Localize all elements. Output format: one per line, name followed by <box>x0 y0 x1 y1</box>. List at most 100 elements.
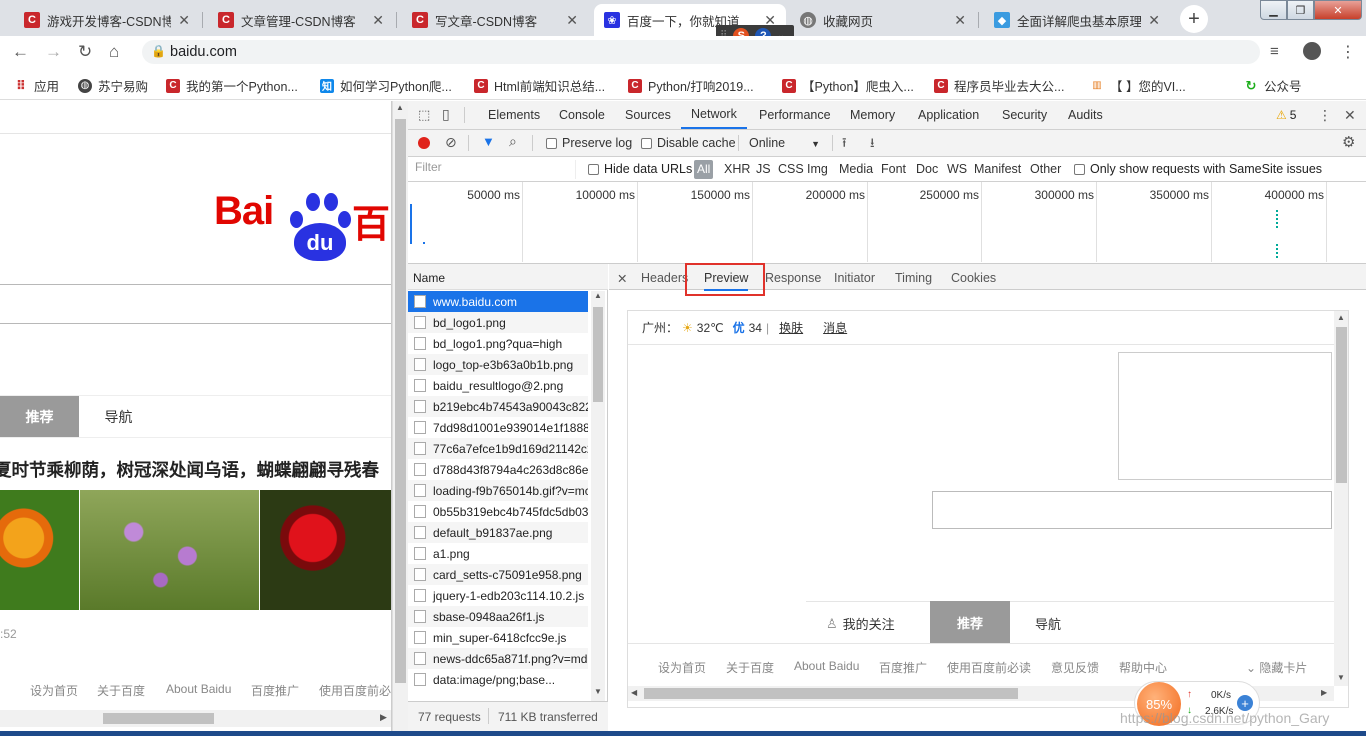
filter-type-manifest[interactable]: Manifest <box>974 162 1021 176</box>
back-arrow-icon[interactable]: ← <box>12 42 29 62</box>
footer-link[interactable]: 使用百度前必 <box>319 682 391 699</box>
bookmark-python-first[interactable]: C 我的第一个Python... <box>166 76 298 95</box>
close-icon[interactable]: ✕ <box>1148 12 1160 29</box>
footer-link[interactable]: About Baidu <box>166 682 231 696</box>
request-row[interactable]: loading-f9b765014b.gif?v=mc <box>408 480 588 501</box>
record-icon[interactable] <box>418 137 430 149</box>
browser-tab-5[interactable]: ◆ 全面详解爬虫基本原理 ✕ <box>984 4 1170 36</box>
request-row[interactable]: jquery-1-edb203c114.10.2.js <box>408 585 588 606</box>
filter-type-css[interactable]: CSS <box>778 162 804 176</box>
search-icon[interactable]: ⌕ <box>509 133 517 150</box>
request-row[interactable]: data:image/png;base... <box>408 669 588 690</box>
browser-tab-0[interactable]: C 游戏开发博客-CSDN博客 ✕ <box>14 4 200 36</box>
bookmark-wechat[interactable]: ↻ 公众号 <box>1244 76 1302 95</box>
throttle-select[interactable]: Online ▼ <box>749 136 820 150</box>
detail-tab-timing[interactable]: Timing <box>895 271 932 285</box>
request-row[interactable]: min_super-6418cfcc9e.js <box>408 627 588 648</box>
hide-card-link[interactable]: ⌄ 隐藏卡片 <box>1246 659 1307 676</box>
news-image-flower-purple[interactable] <box>80 490 259 610</box>
close-icon[interactable]: ✕ <box>178 12 190 29</box>
footer-link[interactable]: 意见反馈 <box>1051 659 1099 676</box>
forward-arrow-icon[interactable]: → <box>45 42 62 62</box>
disable-cache-checkbox[interactable]: Disable cache <box>641 136 736 150</box>
reload-icon[interactable]: ↻ <box>78 42 92 62</box>
bookmark-html[interactable]: C Html前端知识总结... <box>474 76 605 95</box>
filter-type-all[interactable]: All <box>694 160 714 179</box>
tab-audits[interactable]: Audits <box>1068 101 1103 129</box>
preview-vertical-scrollbar[interactable]: ▲ ▼ <box>1334 311 1348 686</box>
tab-network[interactable]: Network <box>681 101 747 129</box>
samesite-checkbox[interactable]: Only show requests with SameSite issues <box>1074 162 1322 176</box>
close-devtools-icon[interactable]: ✕ <box>1344 107 1356 124</box>
filter-type-doc[interactable]: Doc <box>916 162 938 176</box>
detail-tab-cookies[interactable]: Cookies <box>951 271 996 285</box>
device-toolbar-icon[interactable]: ▯ <box>442 106 450 123</box>
bookmark-programmer[interactable]: C 程序员毕业去大公... <box>934 76 1064 95</box>
reading-list-icon[interactable]: ≡ <box>1270 43 1279 60</box>
tab-security[interactable]: Security <box>1002 101 1047 129</box>
horizontal-scrollbar[interactable]: ▶ <box>0 710 391 727</box>
warnings-counter[interactable]: ⚠ 5 <box>1276 108 1296 122</box>
close-icon[interactable]: ✕ <box>566 12 578 29</box>
request-row[interactable]: 7dd98d1001e939014e1f1888b <box>408 417 588 438</box>
tab-sources[interactable]: Sources <box>625 101 671 129</box>
news-image-flower-red[interactable] <box>260 490 391 610</box>
filter-input[interactable]: Filter <box>412 160 576 179</box>
skin-link[interactable]: 换肤 <box>779 319 803 336</box>
tab-recommend[interactable]: 推荐 <box>0 396 79 437</box>
browser-tab-2[interactable]: C 写文章-CSDN博客 ✕ <box>402 4 588 36</box>
network-overview-timeline[interactable]: 50000 ms 100000 ms 150000 ms 200000 ms 2… <box>408 182 1366 264</box>
news-headline[interactable]: 夏时节乘柳荫，树冠深处闻乌语，蝴蝶翩翩寻残春 <box>0 457 379 482</box>
preview-tab-follow[interactable]: ♙ 我的关注 <box>826 614 895 633</box>
news-image-flower-orange[interactable] <box>0 490 79 610</box>
gear-icon[interactable]: ⚙ <box>1342 133 1355 151</box>
filter-type-ws[interactable]: WS <box>947 162 967 176</box>
request-row[interactable]: a1.png <box>408 543 588 564</box>
message-link[interactable]: 消息 <box>823 319 847 336</box>
home-icon[interactable]: ⌂ <box>109 42 119 62</box>
detail-tab-initiator[interactable]: Initiator <box>834 271 875 285</box>
export-har-icon[interactable]: ⭳ <box>870 134 875 156</box>
request-row[interactable]: sbase-0948aa26f1.js <box>408 606 588 627</box>
import-har-icon[interactable]: ⭱ <box>842 134 847 156</box>
bookmark-python-spider[interactable]: C 【Python】爬虫入... <box>782 76 914 95</box>
maximize-button[interactable]: ❐ <box>1287 0 1314 20</box>
request-row[interactable]: card_setts-c75091e958.png <box>408 564 588 585</box>
footer-link[interactable]: About Baidu <box>794 659 859 673</box>
preserve-log-checkbox[interactable]: Preserve log <box>546 136 632 150</box>
footer-link[interactable]: 关于百度 <box>97 682 145 699</box>
tab-elements[interactable]: Elements <box>488 101 540 129</box>
footer-link[interactable]: 帮助中心 <box>1119 659 1167 676</box>
name-column-header[interactable]: Name <box>408 264 608 290</box>
footer-link[interactable]: 设为首页 <box>658 659 706 676</box>
bookmark-zhihu[interactable]: 知如何学习Python爬... <box>320 76 452 95</box>
tab-performance[interactable]: Performance <box>759 101 831 129</box>
request-row[interactable]: default_b91837ae.png <box>408 522 588 543</box>
tab-application[interactable]: Application <box>918 101 979 129</box>
request-row[interactable]: 77c6a7efce1b9d169d21142c2 <box>408 438 588 459</box>
filter-type-media[interactable]: Media <box>839 162 873 176</box>
filter-type-img[interactable]: Img <box>807 162 828 176</box>
request-row[interactable]: logo_top-e3b63a0b1b.png <box>408 354 588 375</box>
bookmark-suning[interactable]: ◍ 苏宁易购 <box>78 76 148 95</box>
tab-navigation[interactable]: 导航 <box>79 396 158 437</box>
request-row[interactable]: d788d43f8794a4c263d8c86ef <box>408 459 588 480</box>
preview-tab-navigation[interactable]: 导航 <box>1035 614 1061 633</box>
add-icon[interactable]: + <box>1237 695 1253 711</box>
new-tab-button[interactable]: + <box>1180 5 1208 33</box>
request-row[interactable]: bd_logo1.png <box>408 312 588 333</box>
tab-memory[interactable]: Memory <box>850 101 895 129</box>
browser-tab-1[interactable]: C 文章管理-CSDN博客 ✕ <box>208 4 394 36</box>
detail-tab-headers[interactable]: Headers <box>641 271 688 285</box>
filter-icon[interactable]: ▼ <box>482 134 495 149</box>
window-close-button[interactable]: ✕ <box>1314 0 1362 20</box>
address-bar[interactable]: 🔒 baidu.com <box>142 40 1260 64</box>
footer-link[interactable]: 使用百度前必读 <box>947 659 1031 676</box>
bookmark-apps[interactable]: ⠿ 应用 <box>14 76 59 95</box>
bookmark-vip[interactable]: ▥ 【 】您的VI... <box>1090 76 1185 95</box>
filter-type-xhr[interactable]: XHR <box>724 162 750 176</box>
footer-link[interactable]: 设为首页 <box>30 682 78 699</box>
detail-tab-response[interactable]: Response <box>765 271 821 285</box>
request-row[interactable]: b219ebc4b74543a90043c822c <box>408 396 588 417</box>
request-row[interactable]: 0b55b319ebc4b745fdc5db038 <box>408 501 588 522</box>
